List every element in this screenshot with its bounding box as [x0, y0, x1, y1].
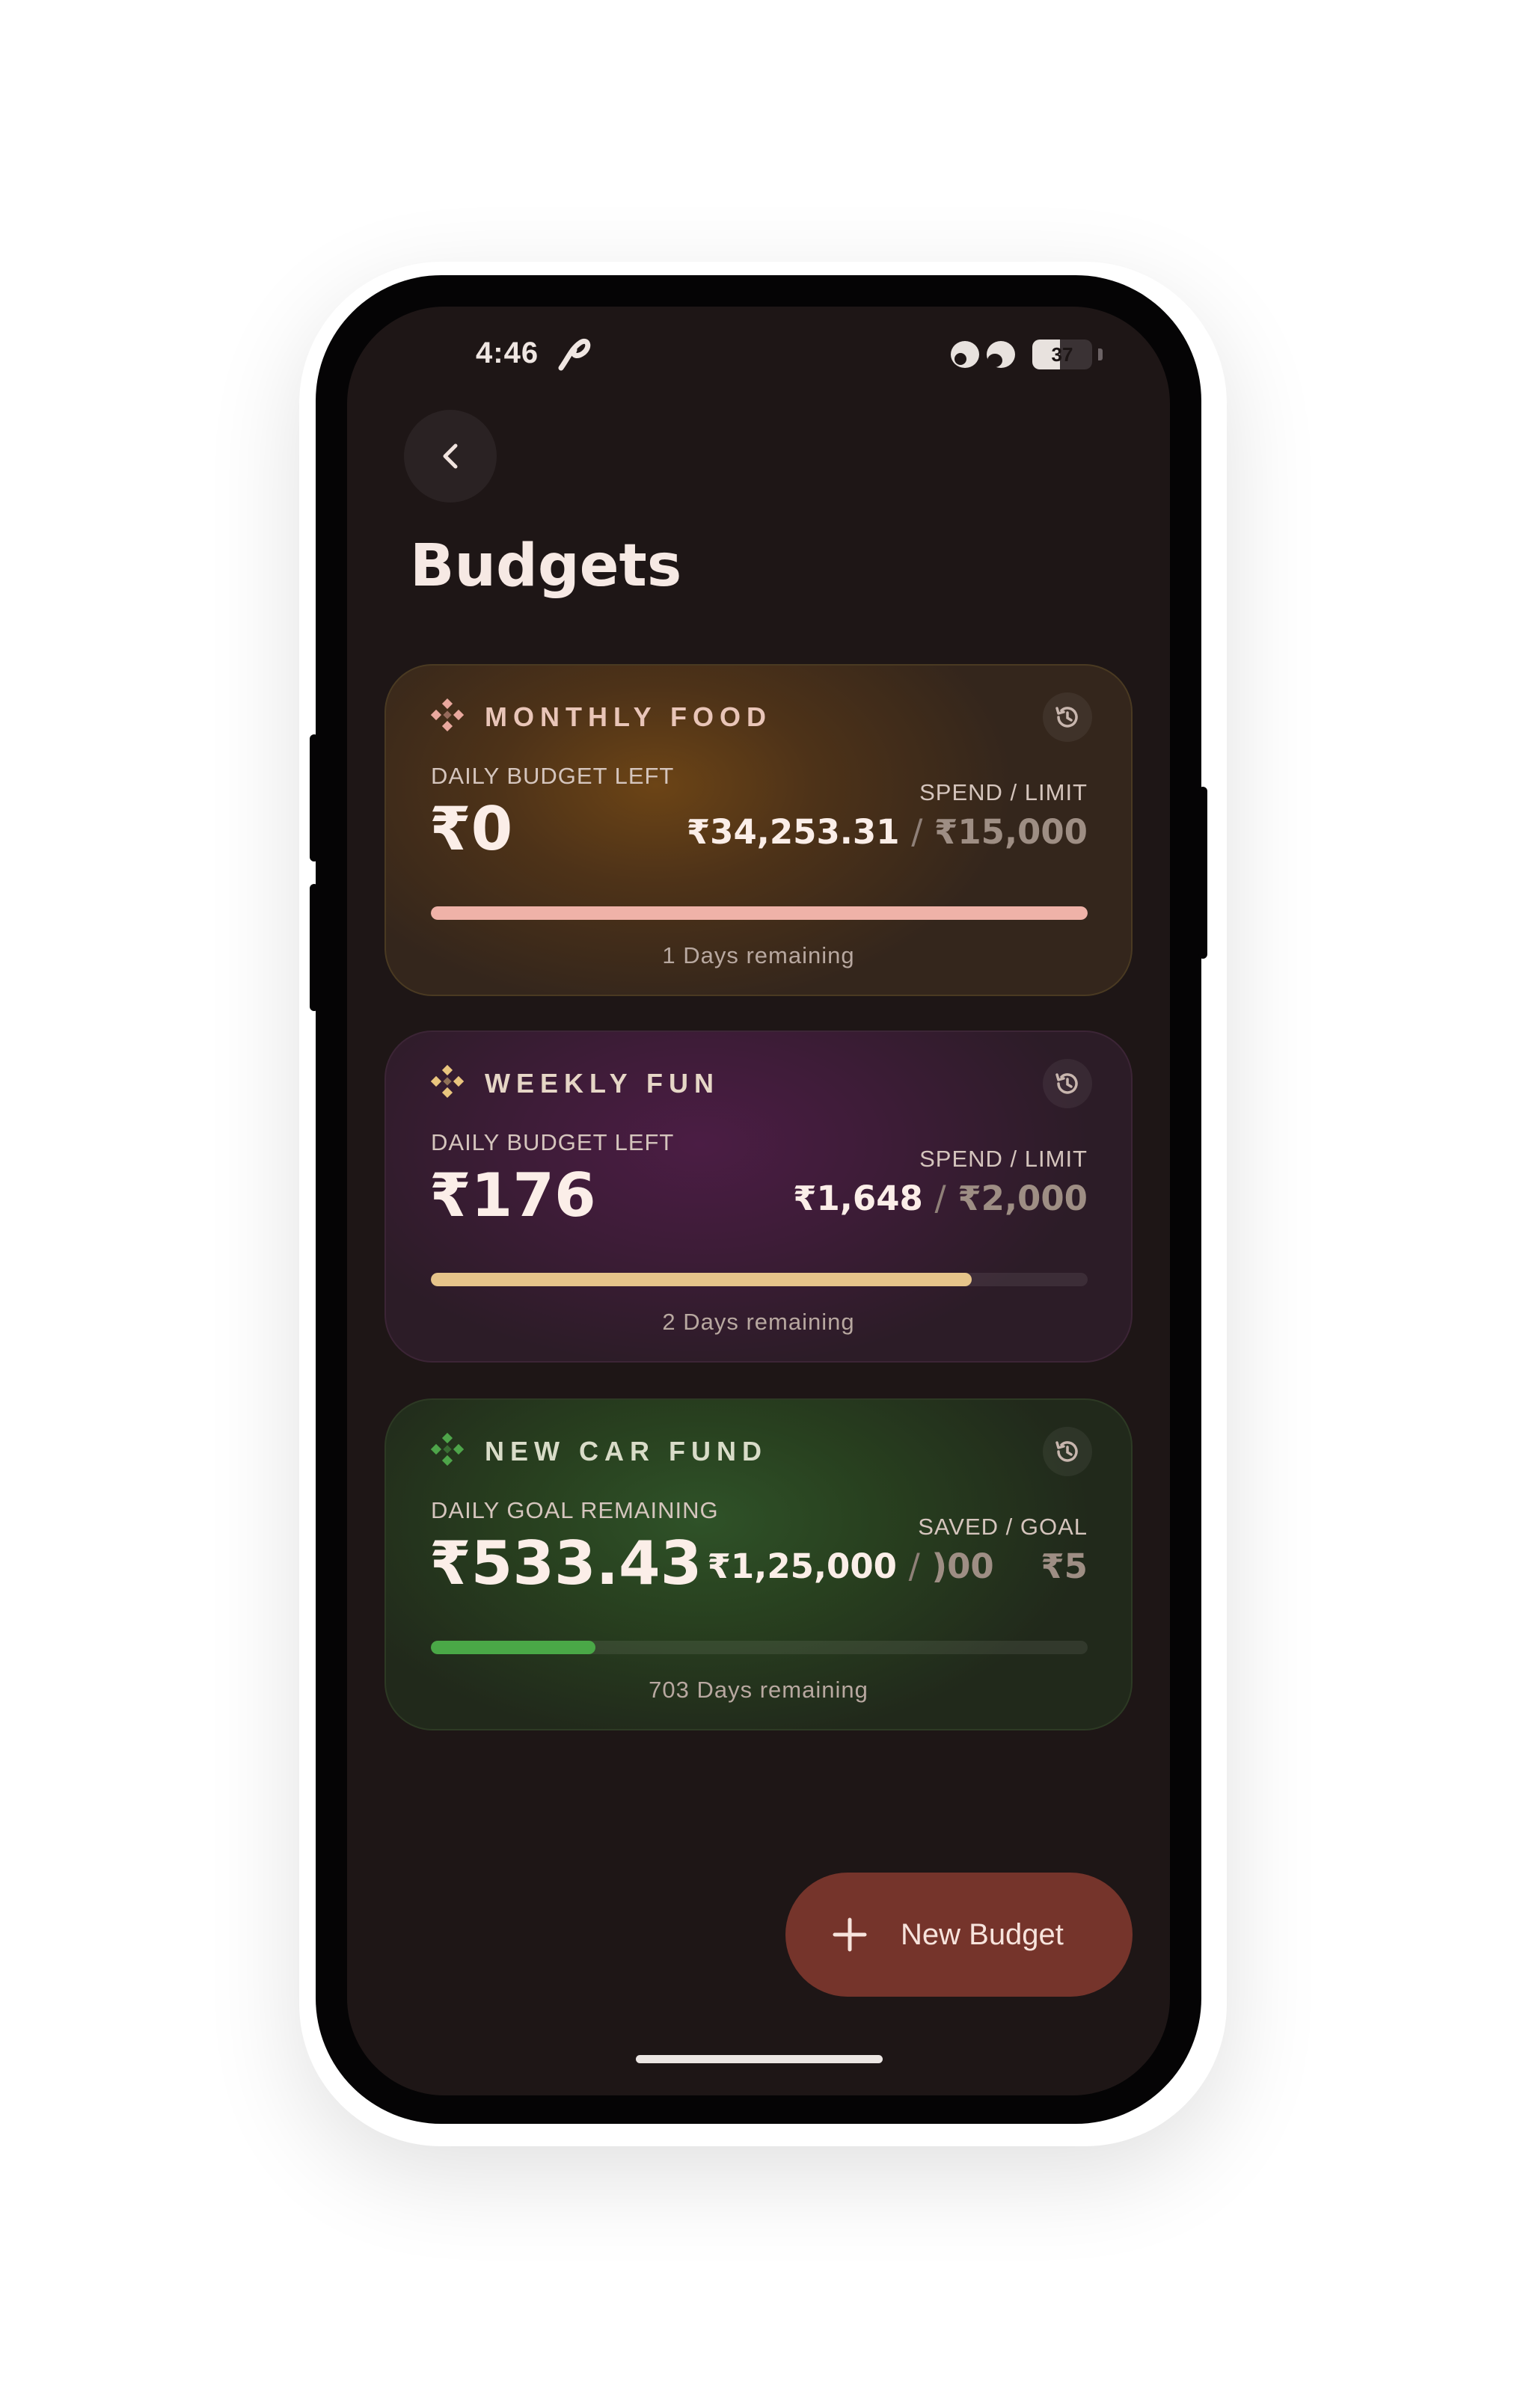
progress-fill [431, 906, 1088, 920]
budget-title: MONTHLY FOOD [485, 701, 773, 732]
daily-goal-value: ₹533.43 [429, 1529, 702, 1598]
history-icon [1055, 1441, 1078, 1462]
spend-limit-values: ₹1,648 / ₹2,000 [793, 1179, 1088, 1218]
daily-budget-value: ₹0 [429, 794, 513, 864]
separator: / [911, 812, 923, 852]
app-screen: 4:46 37 Budgets MONTHLY FOOD DAILY BUDGE… [347, 307, 1170, 2095]
battery-icon: 37 [1032, 340, 1092, 369]
budget-card-monthly-food[interactable]: MONTHLY FOOD DAILY BUDGET LEFT ₹0 SPEND … [384, 664, 1133, 996]
plus-icon [833, 1917, 867, 1952]
daily-budget-label: DAILY BUDGET LEFT [431, 763, 675, 789]
budget-category-icon [431, 698, 464, 731]
daily-budget-value: ₹176 [429, 1161, 596, 1230]
battery-tip [1098, 348, 1103, 360]
page-title: Budgets [410, 532, 682, 600]
status-time: 4:46 [476, 337, 539, 369]
spend-limit-label: SPEND / LIMIT [919, 779, 1088, 805]
limit-value: ₹2,000 [957, 1179, 1088, 1218]
history-button[interactable] [1043, 1427, 1092, 1476]
budget-title: WEEKLY FUN [485, 1068, 720, 1099]
back-button[interactable] [404, 410, 497, 503]
saved-goal-values: ₹1,25,000 / )00 ₹5 [708, 1547, 1088, 1586]
goal-value: )00 ₹5 [931, 1547, 1088, 1586]
history-icon [1055, 707, 1078, 728]
home-indicator[interactable] [636, 2055, 883, 2063]
battery-level: 37 [1051, 343, 1073, 366]
history-icon [1055, 1073, 1078, 1094]
airtel-icon [558, 339, 591, 371]
daily-budget-label: DAILY BUDGET LEFT [431, 1129, 675, 1155]
phone-power-button [1198, 787, 1207, 959]
days-remaining: 2 Days remaining [662, 1309, 855, 1335]
budget-title: NEW CAR FUND [485, 1436, 767, 1466]
progress-bar [431, 1641, 1088, 1654]
progress-bar [431, 906, 1088, 920]
history-button[interactable] [1043, 692, 1092, 742]
days-remaining: 703 Days remaining [649, 1677, 868, 1703]
spent-value: ₹34,253.31 [686, 812, 900, 852]
phone-side-button [310, 734, 319, 861]
days-remaining: 1 Days remaining [662, 942, 855, 968]
budget-category-icon [431, 1433, 464, 1466]
phone-side-button [310, 884, 319, 1011]
history-button[interactable] [1043, 1059, 1092, 1108]
progress-fill [431, 1641, 595, 1654]
limit-value: ₹15,000 [934, 812, 1088, 852]
new-budget-button[interactable]: New Budget [785, 1873, 1133, 1997]
progress-bar [431, 1273, 1088, 1286]
spend-limit-label: SPEND / LIMIT [919, 1146, 1088, 1172]
status-right: 37 [949, 338, 1103, 371]
notification-icons [951, 341, 1015, 368]
separator: / [908, 1547, 920, 1586]
budget-category-icon [431, 1065, 464, 1098]
daily-goal-label: DAILY GOAL REMAINING [431, 1497, 719, 1523]
chevron-left-icon [443, 443, 458, 469]
spend-limit-values: ₹34,253.31 / ₹15,000 [687, 812, 1088, 852]
separator: / [934, 1179, 946, 1218]
saved-value: ₹1,25,000 [707, 1547, 897, 1586]
saved-goal-label: SAVED / GOAL [918, 1514, 1088, 1540]
budget-card-new-car-fund[interactable]: NEW CAR FUND DAILY GOAL REMAINING ₹533.4… [384, 1398, 1133, 1730]
new-budget-label: New Budget [901, 1917, 1064, 1951]
spent-value: ₹1,648 [793, 1179, 923, 1218]
progress-fill [431, 1273, 972, 1286]
budget-card-weekly-fun[interactable]: WEEKLY FUN DAILY BUDGET LEFT ₹176 SPEND … [384, 1031, 1133, 1363]
